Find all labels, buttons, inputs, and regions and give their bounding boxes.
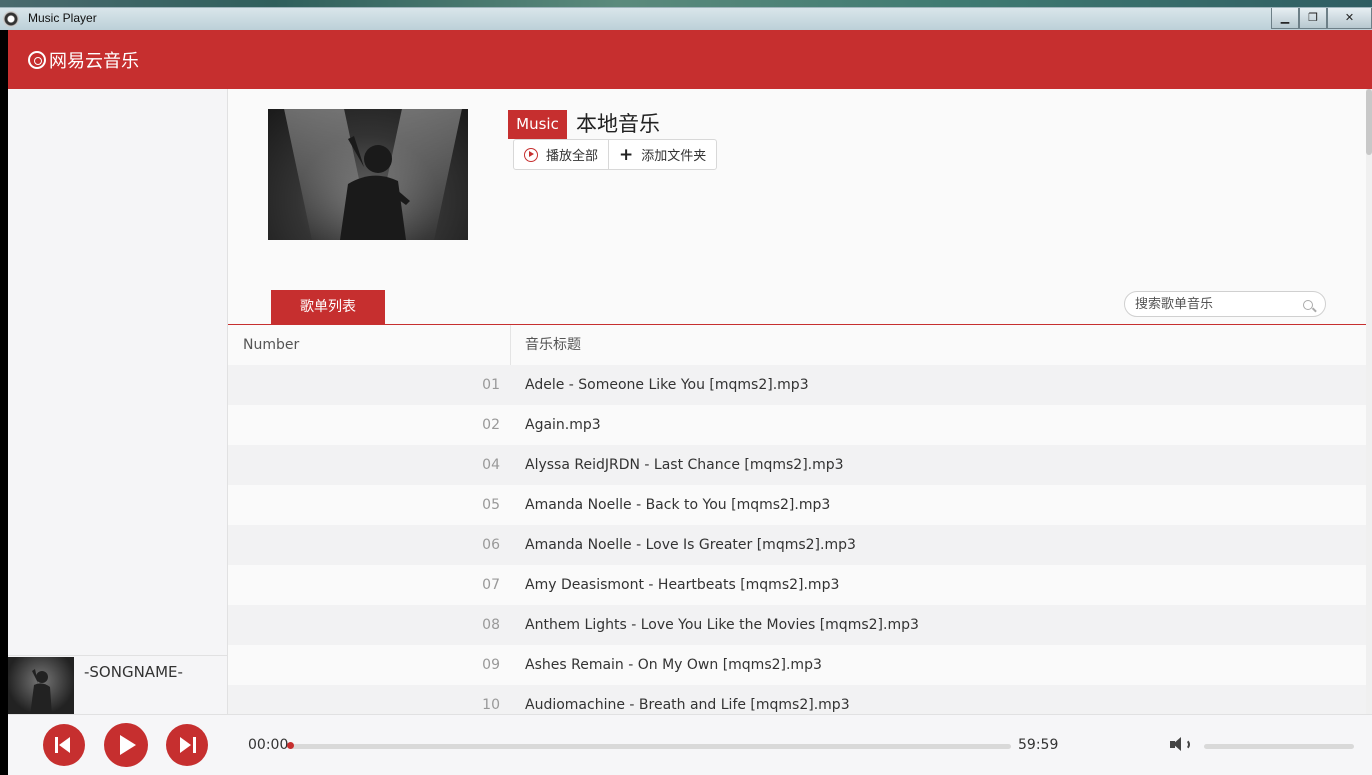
close-button[interactable]: ✕ — [1327, 8, 1372, 29]
next-track-button[interactable] — [166, 724, 208, 766]
volume-icon-cone — [1173, 737, 1181, 751]
volume-icon-wave — [1182, 739, 1190, 750]
track-title: Amy Deasismont - Heartbeats [mqms2].mp3 — [525, 577, 840, 593]
track-title: Audiomachine - Breath and Life [mqms2].m… — [525, 697, 850, 713]
now-playing-song-name: -SONGNAME- — [84, 663, 183, 681]
add-folder-button[interactable]: + 添加文件夹 — [608, 140, 716, 169]
total-time: 59:59 — [1018, 737, 1059, 753]
progress-handle[interactable] — [287, 742, 294, 749]
play-circle-icon — [524, 147, 538, 162]
table-row[interactable]: 10 Audiomachine - Breath and Life [mqms2]… — [228, 685, 1366, 714]
volume-icon[interactable] — [1170, 737, 1190, 753]
track-title: Amanda Noelle - Back to You [mqms2].mp3 — [525, 497, 831, 513]
now-playing-cover — [8, 657, 74, 716]
album-cover — [268, 109, 468, 240]
column-number[interactable]: Number — [243, 325, 299, 365]
table-row[interactable]: 05 Amanda Noelle - Back to You [mqms2].mp… — [228, 485, 1366, 525]
restore-button[interactable]: ❐ — [1299, 8, 1327, 29]
track-number: 05 — [482, 497, 500, 513]
current-time: 00:00 — [248, 737, 289, 753]
track-number: 06 — [482, 537, 500, 553]
titlebar-inner: Music Player ▁ ❐ ✕ — [0, 7, 1372, 30]
now-playing-panel[interactable]: -SONGNAME- — [8, 655, 228, 716]
table-header: Number 音乐标题 — [228, 325, 1366, 365]
track-number: 09 — [482, 657, 500, 673]
track-number: 02 — [482, 417, 500, 433]
track-number: 04 — [482, 457, 500, 473]
netease-logo-icon — [28, 51, 46, 69]
main-content: Music 本地音乐 播放全部 + 添加文件夹 歌单列表 Number 音乐标题… — [228, 89, 1366, 714]
logo-text: 网易云音乐 — [49, 51, 139, 72]
play-all-label: 播放全部 — [546, 149, 599, 164]
table-row[interactable]: 09 Ashes Remain - On My Own [mqms2].mp3 — [228, 645, 1366, 685]
track-number: 01 — [482, 377, 500, 393]
singer-silhouette-icon — [340, 136, 410, 240]
track-title: Ashes Remain - On My Own [mqms2].mp3 — [525, 657, 822, 673]
table-row[interactable]: 04 Alyssa ReidJRDN - Last Chance [mqms2].… — [228, 445, 1366, 485]
table-row[interactable]: 07 Amy Deasismont - Heartbeats [mqms2].mp… — [228, 565, 1366, 605]
track-number: 10 — [482, 697, 500, 713]
table-row[interactable]: 06 Amanda Noelle - Love Is Greater [mqms2… — [228, 525, 1366, 565]
play-icon — [120, 735, 136, 755]
window-controls: ▁ ❐ ✕ — [1271, 8, 1372, 31]
sidebar: -SONGNAME- — [8, 89, 228, 716]
table-row[interactable]: 02 Again.mp3 — [228, 405, 1366, 445]
table-row[interactable]: 08 Anthem Lights - Love You Like the Movi… — [228, 605, 1366, 645]
window-left-edge — [0, 30, 8, 775]
add-folder-label: 添加文件夹 — [641, 149, 707, 164]
plus-icon: + — [619, 144, 634, 165]
scrollbar-thumb[interactable] — [1366, 89, 1372, 155]
previous-track-button[interactable] — [43, 724, 85, 766]
search-icon[interactable] — [1303, 300, 1313, 310]
volume-slider[interactable] — [1204, 744, 1354, 749]
window-titlebar: Music Player ▁ ❐ ✕ — [0, 0, 1372, 30]
column-separator[interactable] — [510, 325, 511, 365]
track-title: Again.mp3 — [525, 417, 601, 433]
table-row[interactable]: 01 Adele - Someone Like You [mqms2].mp3 — [228, 365, 1366, 405]
app-logo[interactable]: 网易云音乐 — [28, 47, 139, 73]
tab-playlist[interactable]: 歌单列表 — [271, 290, 385, 324]
track-title: Alyssa ReidJRDN - Last Chance [mqms2].mp… — [525, 457, 844, 473]
singer-silhouette-icon — [30, 669, 52, 716]
skip-previous-icon — [55, 737, 71, 753]
progress-bar[interactable] — [289, 744, 1011, 749]
search-input[interactable] — [1135, 295, 1295, 313]
track-title: Adele - Someone Like You [mqms2].mp3 — [525, 377, 809, 393]
play-all-button[interactable]: 播放全部 — [514, 140, 608, 169]
album-actions: 播放全部 + 添加文件夹 — [513, 139, 718, 170]
track-title: Anthem Lights - Love You Like the Movies… — [525, 617, 919, 633]
search-box[interactable] — [1124, 291, 1326, 317]
play-button[interactable] — [104, 723, 148, 767]
skip-next-icon — [180, 737, 196, 753]
window-title: Music Player — [28, 11, 97, 25]
song-list: 01 Adele - Someone Like You [mqms2].mp3 0… — [228, 365, 1366, 714]
app-icon — [3, 11, 19, 27]
track-number: 08 — [482, 617, 500, 633]
minimize-button[interactable]: ▁ — [1271, 8, 1299, 29]
page-title: 本地音乐 — [576, 112, 660, 136]
vertical-scrollbar[interactable] — [1366, 89, 1372, 714]
music-badge: Music — [508, 110, 567, 139]
track-title: Amanda Noelle - Love Is Greater [mqms2].… — [525, 537, 856, 553]
column-title[interactable]: 音乐标题 — [525, 325, 581, 365]
player-bar: 00:00 59:59 — [8, 714, 1372, 775]
app-header: 网易云音乐 — [8, 30, 1372, 89]
track-number: 07 — [482, 577, 500, 593]
